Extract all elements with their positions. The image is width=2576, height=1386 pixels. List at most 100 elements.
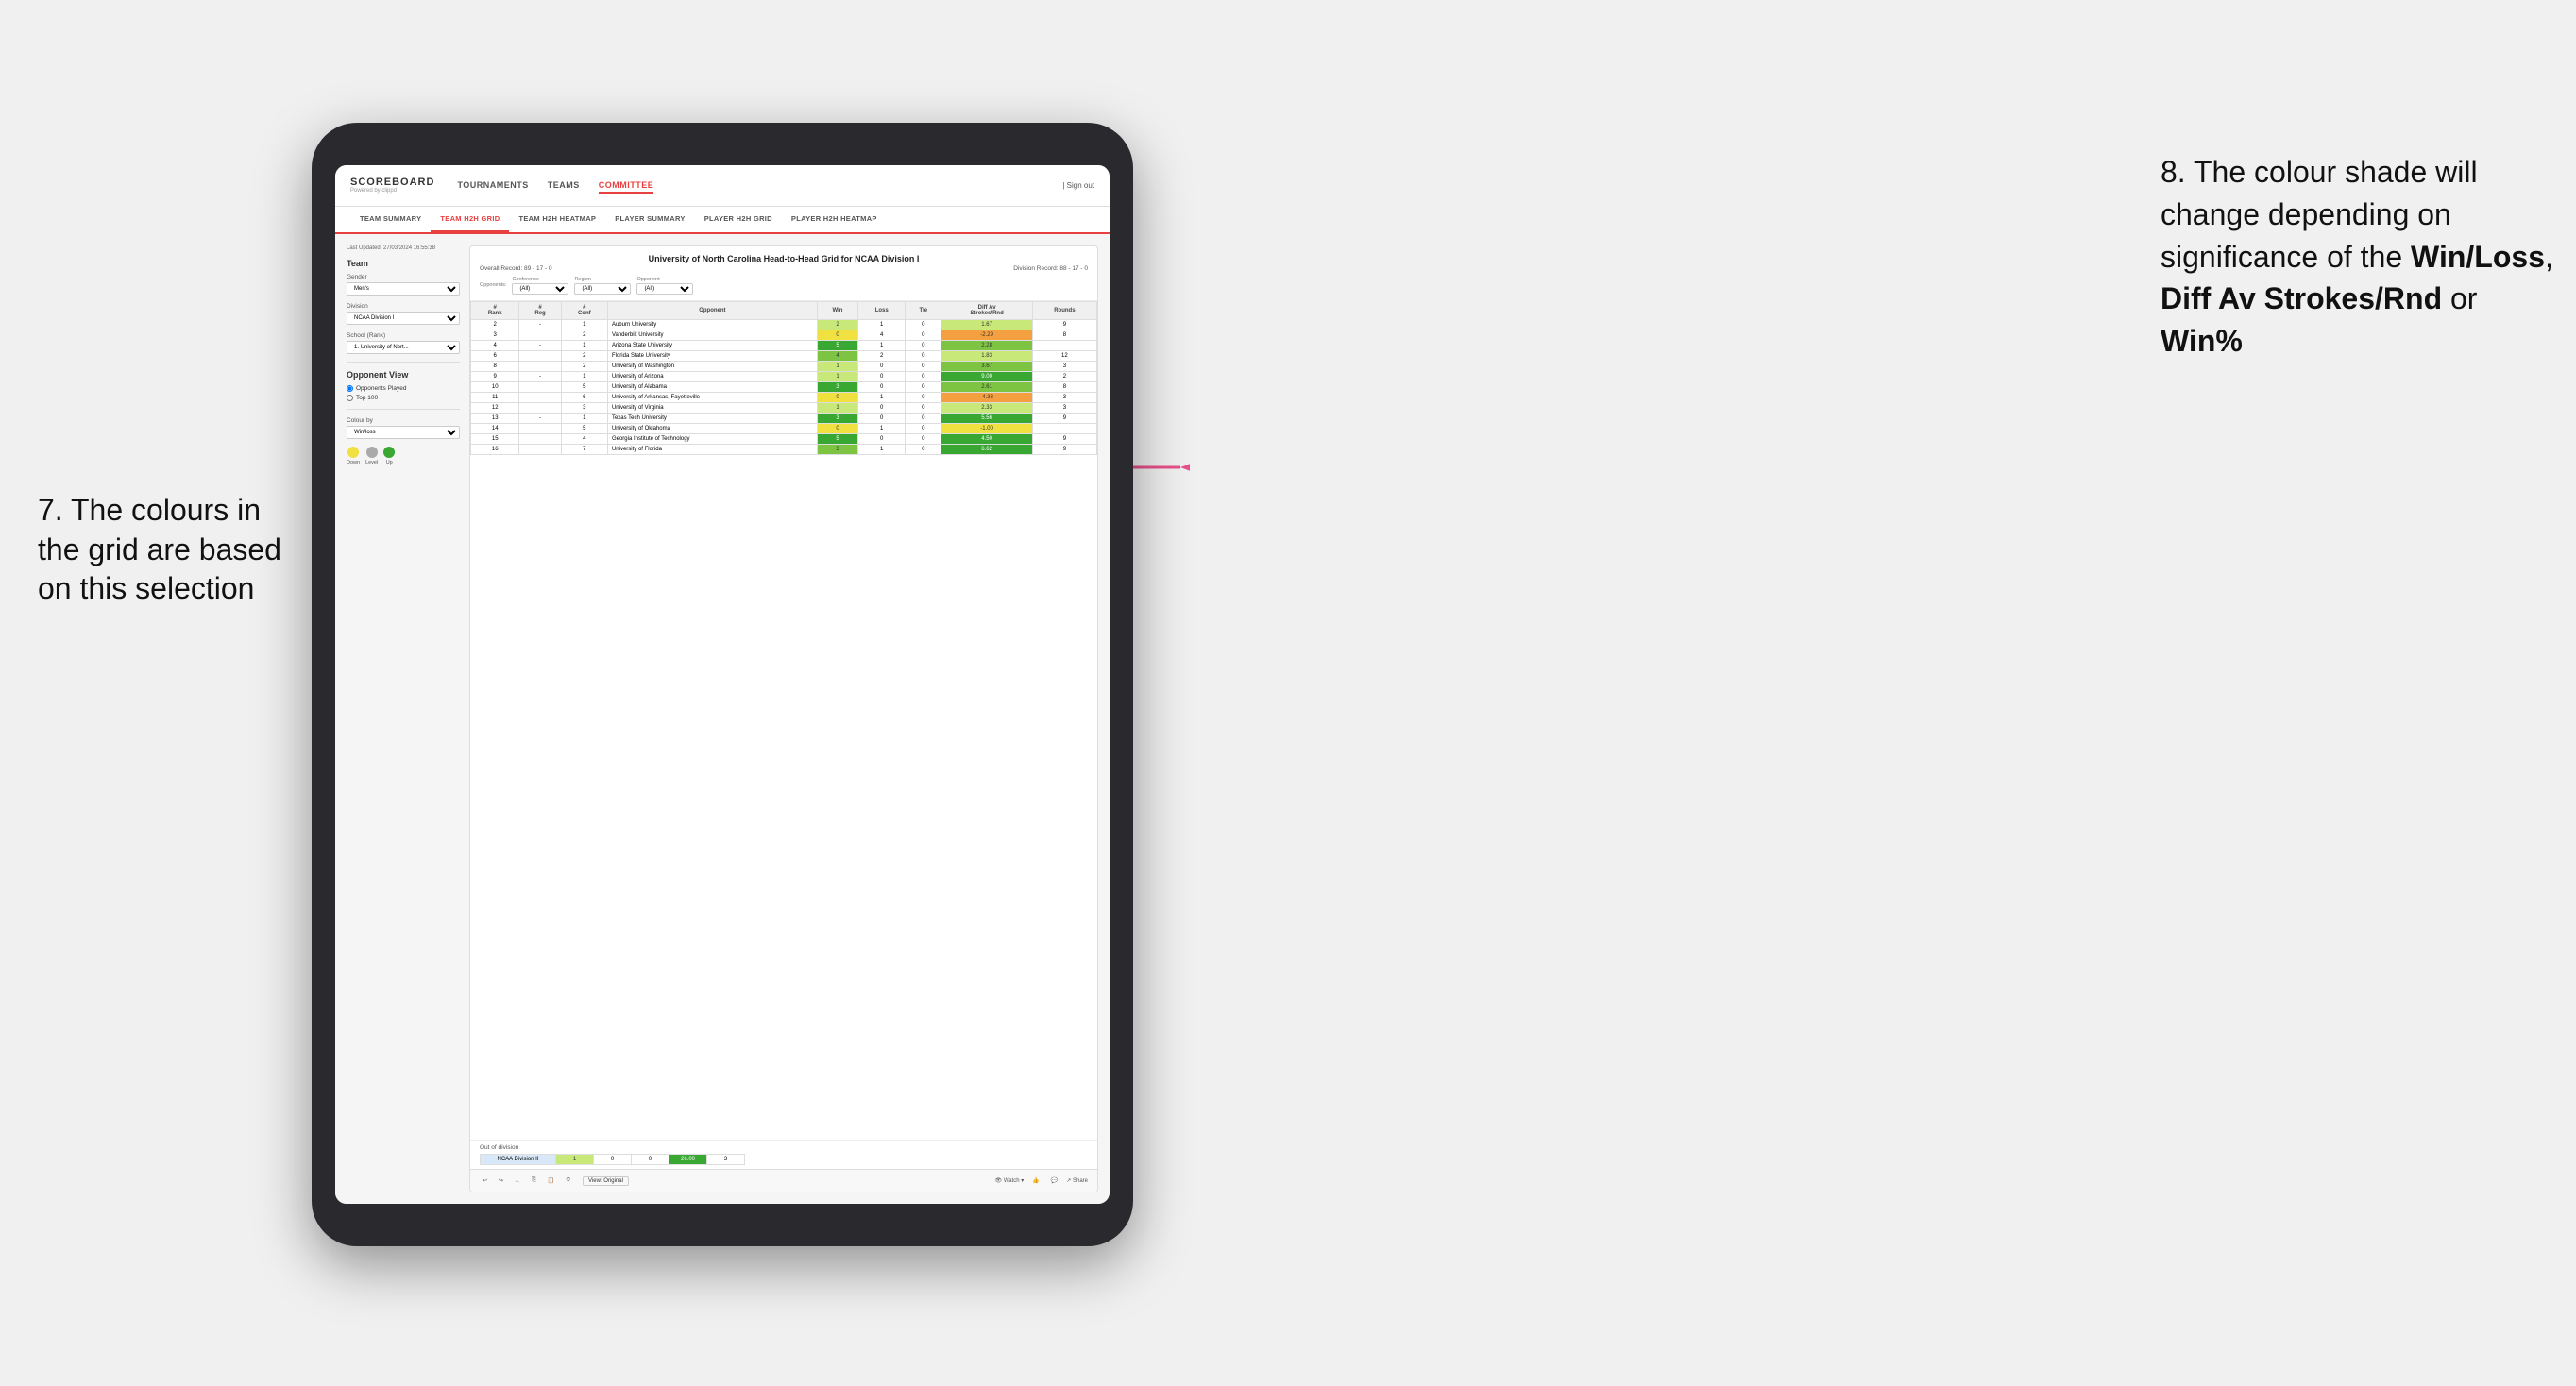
toolbar-like[interactable]: 👍: [1029, 1176, 1042, 1185]
toolbar-back[interactable]: ←: [512, 1177, 523, 1185]
division-select[interactable]: NCAA Division I: [347, 312, 460, 325]
cell-diff: -2.29: [941, 330, 1032, 341]
logo-sub: Powered by clippd: [350, 188, 434, 194]
gender-select[interactable]: Men's: [347, 282, 460, 296]
cell-reg: -: [519, 372, 561, 382]
cell-diff: 3.67: [941, 362, 1032, 372]
conference-filter-select[interactable]: (All): [512, 283, 568, 295]
nav-teams[interactable]: TEAMS: [548, 178, 580, 194]
gender-label: Gender: [347, 274, 460, 280]
sub-nav-player-summary[interactable]: PLAYER SUMMARY: [605, 207, 695, 232]
table-row: 9 - 1 University of Arizona 1 0 0 9.00 2: [471, 372, 1097, 382]
colour-by-select[interactable]: Win/loss: [347, 426, 460, 439]
toolbar-share[interactable]: ↗ Share: [1066, 1177, 1088, 1184]
sub-nav-team-h2h-grid[interactable]: TEAM H2H GRID: [431, 207, 509, 232]
sub-nav-team-summary[interactable]: TEAM SUMMARY: [350, 207, 431, 232]
table-row: 12 3 University of Virginia 1 0 0 2.33 3: [471, 403, 1097, 414]
cell-opponent: Georgia Institute of Technology: [607, 434, 817, 445]
col-rounds: Rounds: [1032, 302, 1096, 320]
cell-win: 1: [817, 403, 857, 414]
school-select[interactable]: 1. University of Nort...: [347, 341, 460, 354]
opponents-filter-label: Opponents:: [480, 282, 506, 288]
bottom-toolbar: ↩ ↪ ← ⎘ 📋 ⏱ View: Original 👁 Watch ▾ 👍 💬…: [470, 1169, 1097, 1192]
cell-rank: 12: [471, 403, 519, 414]
cell-win: 1: [817, 372, 857, 382]
cell-conf: 1: [561, 341, 607, 351]
cell-opponent: University of Virginia: [607, 403, 817, 414]
cell-rank: 13: [471, 414, 519, 424]
toolbar-watch[interactable]: 👁 Watch ▾: [995, 1177, 1025, 1184]
col-opponent: Opponent: [607, 302, 817, 320]
sidebar-team-label: Team: [347, 259, 460, 268]
toolbar-copy[interactable]: ⎘: [529, 1176, 539, 1185]
cell-tie: 0: [906, 351, 941, 362]
cell-opponent: Auburn University: [607, 320, 817, 330]
grid-subtitle: Overall Record: 89 - 17 - 0 Division Rec…: [480, 265, 1088, 272]
toolbar-paste[interactable]: 📋: [545, 1176, 557, 1185]
cell-rank: 2: [471, 320, 519, 330]
legend-level: Level: [365, 447, 378, 465]
cell-diff: 6.62: [941, 445, 1032, 455]
out-of-division-label: Out of division: [480, 1144, 1088, 1151]
opponent-filter-label: Opponent: [636, 277, 693, 282]
cell-diff: 2.33: [941, 403, 1032, 414]
cell-rounds: 3: [1032, 362, 1096, 372]
toolbar-clock[interactable]: ⏱: [563, 1176, 573, 1185]
out-div-rounds: 3: [707, 1155, 745, 1165]
cell-reg: [519, 424, 561, 434]
h2h-data-table: #Rank #Reg #Conf Opponent Win Loss Tie D…: [470, 301, 1097, 455]
cell-diff: 9.00: [941, 372, 1032, 382]
cell-rounds: 9: [1032, 434, 1096, 445]
cell-rank: 16: [471, 445, 519, 455]
nav-committee[interactable]: COMMITTEE: [599, 178, 654, 194]
sidebar-divider-2: [347, 409, 460, 410]
colour-by-label: Colour by: [347, 417, 460, 424]
toolbar-view-label[interactable]: View: Original: [583, 1176, 629, 1186]
sign-out-link[interactable]: | Sign out: [1062, 181, 1094, 190]
cell-tie: 0: [906, 414, 941, 424]
cell-rank: 6: [471, 351, 519, 362]
cell-loss: 0: [858, 434, 906, 445]
cell-reg: [519, 362, 561, 372]
cell-conf: 2: [561, 362, 607, 372]
cell-loss: 0: [858, 403, 906, 414]
cell-reg: [519, 434, 561, 445]
grid-title: University of North Carolina Head-to-Hea…: [480, 254, 1088, 263]
cell-tie: 0: [906, 424, 941, 434]
toolbar-redo[interactable]: ↪: [496, 1176, 506, 1185]
cell-win: 3: [817, 382, 857, 393]
nav-tournaments[interactable]: TOURNAMENTS: [457, 178, 528, 194]
tablet-device: SCOREBOARD Powered by clippd TOURNAMENTS…: [312, 123, 1133, 1246]
toolbar-undo[interactable]: ↩: [480, 1176, 490, 1185]
cell-reg: [519, 351, 561, 362]
col-diff: Diff AvStrokes/Rnd: [941, 302, 1032, 320]
cell-win: 5: [817, 434, 857, 445]
cell-reg: [519, 393, 561, 403]
cell-reg: [519, 445, 561, 455]
col-rank: #Rank: [471, 302, 519, 320]
cell-win: 0: [817, 424, 857, 434]
cell-rounds: 12: [1032, 351, 1096, 362]
cell-reg: -: [519, 320, 561, 330]
cell-diff: 1.83: [941, 351, 1032, 362]
toolbar-comment[interactable]: 💬: [1048, 1176, 1060, 1185]
main-content: Last Updated: 27/03/2024 16:55:38 Team G…: [335, 234, 1110, 1204]
table-row: 6 2 Florida State University 4 2 0 1.83 …: [471, 351, 1097, 362]
table-row: 2 - 1 Auburn University 2 1 0 1.67 9: [471, 320, 1097, 330]
opponent-filter-select[interactable]: (All): [636, 283, 693, 295]
filter-row: Opponents: Conference (All) Region (All): [480, 277, 1088, 295]
sub-nav-team-h2h-heatmap[interactable]: TEAM H2H HEATMAP: [509, 207, 605, 232]
sidebar: Last Updated: 27/03/2024 16:55:38 Team G…: [347, 245, 460, 1192]
region-filter-select[interactable]: (All): [574, 283, 631, 295]
out-of-division-table: NCAA Division II 1 0 0 26.00 3: [480, 1154, 745, 1165]
cell-diff: 1.67: [941, 320, 1032, 330]
radio-opponents-played[interactable]: Opponents Played: [347, 385, 460, 392]
cell-win: 0: [817, 330, 857, 341]
sub-nav-player-h2h-grid[interactable]: PLAYER H2H GRID: [695, 207, 782, 232]
cell-rounds: 8: [1032, 330, 1096, 341]
cell-loss: 1: [858, 393, 906, 403]
sub-nav-player-h2h-heatmap[interactable]: PLAYER H2H HEATMAP: [782, 207, 887, 232]
radio-top-100[interactable]: Top 100: [347, 395, 460, 401]
col-tie: Tie: [906, 302, 941, 320]
conference-filter-label: Conference: [512, 277, 568, 282]
